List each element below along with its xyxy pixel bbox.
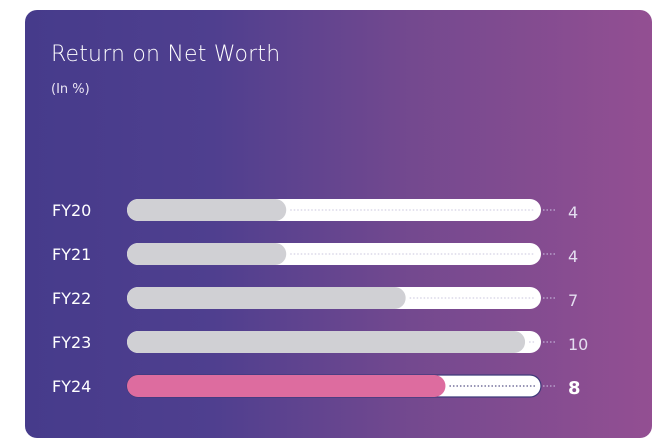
value-label: 4 bbox=[568, 203, 578, 222]
bar bbox=[127, 287, 406, 309]
category-label: FY24 bbox=[52, 377, 91, 396]
category-label: FY21 bbox=[52, 245, 91, 264]
category-label: FY23 bbox=[52, 333, 91, 352]
bar-chart: FY20 4 FY21 4 FY22 7 FY23 10 FY24 8 bbox=[52, 199, 588, 399]
value-label: 10 bbox=[568, 335, 588, 354]
category-label: FY20 bbox=[52, 201, 91, 220]
value-label: 8 bbox=[568, 378, 581, 399]
value-label: 7 bbox=[568, 291, 578, 310]
bar bbox=[127, 331, 526, 353]
value-label: 4 bbox=[568, 247, 578, 266]
bar bbox=[127, 199, 287, 221]
bar bbox=[127, 243, 287, 265]
bar bbox=[127, 375, 446, 397]
category-label: FY22 bbox=[52, 289, 91, 308]
chart-card: Return on Net Worth (In %) FY20 4 FY21 4 FY2… bbox=[25, 10, 652, 438]
